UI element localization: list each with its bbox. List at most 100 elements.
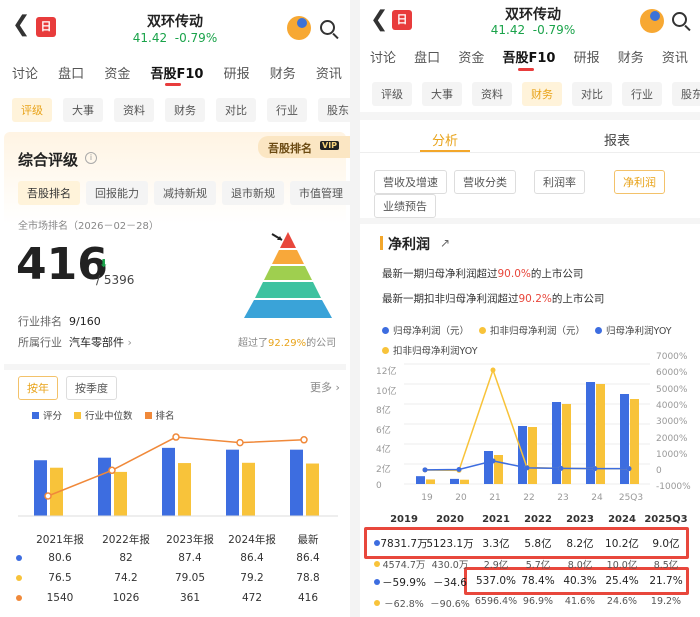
tab-f10[interactable]: 吾股F10 (150, 63, 203, 82)
subtab-finance[interactable]: 财务 (165, 98, 205, 122)
subtab-holders[interactable]: 股东 (318, 98, 350, 122)
tab-finance[interactable]: 财务 (270, 63, 296, 82)
deducted-profit-bar (494, 455, 503, 484)
filter-revenue-category[interactable]: 营收分类 (454, 170, 516, 194)
table-cell: 74.2 (114, 572, 138, 584)
tab-finance-r[interactable]: 财务 (618, 47, 644, 66)
filter-revenue-growth[interactable]: 营收及增速 (374, 170, 447, 194)
table-cell: 5.7亿 (525, 560, 551, 571)
subtab-compare[interactable]: 对比 (216, 98, 256, 122)
x-tick: 24 (591, 493, 603, 503)
table-cell: 5123.1万 (426, 538, 474, 550)
median-bar (242, 462, 255, 516)
mascot-icon-right[interactable] (640, 9, 664, 33)
table-year-head: 2025Q3 (644, 514, 688, 525)
score-bar (34, 460, 47, 516)
info-icon[interactable]: i (85, 152, 97, 164)
subtab-rating-r[interactable]: 评级 (372, 82, 412, 106)
tab-f10-r[interactable]: 吾股F10 (502, 47, 555, 66)
subtab-holders-r[interactable]: 股东 (672, 82, 700, 106)
table-year-head: 2020 (436, 514, 464, 525)
subtab-events[interactable]: 大事 (63, 98, 103, 122)
tab-quote-r[interactable]: 盘口 (414, 47, 440, 66)
tab-research[interactable]: 研报 (224, 63, 250, 82)
subtab-compare-r[interactable]: 对比 (572, 82, 612, 106)
tab-funds-r[interactable]: 资金 (458, 47, 484, 66)
back-icon-right[interactable]: ❮ (370, 7, 388, 32)
tab-discuss[interactable]: 讨论 (12, 63, 38, 82)
table-cell: 5.8亿 (524, 538, 552, 550)
view-tab-analysis[interactable]: 分析 (432, 130, 458, 149)
row-dot (16, 555, 22, 561)
rank-badge[interactable]: 吾股排名 VIP (258, 136, 350, 158)
subtab-industry[interactable]: 行业 (267, 98, 307, 122)
view-tab-report[interactable]: 报表 (604, 130, 630, 149)
open-link-icon[interactable]: ↗ (440, 236, 450, 250)
tab-news-r[interactable]: 资讯 (662, 47, 688, 66)
y-right-tick: 3000% (656, 417, 688, 428)
y-right-tick: 2000% (656, 433, 688, 444)
rating-tabs: 吾股排名 回报能力 减持新规 退市新规 市值管理 (18, 181, 350, 205)
period-tab-quarter[interactable]: 按季度 (66, 376, 117, 400)
right-screen: ❮ 日 双环传动 41.42 -0.79% 讨论 盘口 资金 吾股F10 研报 … (360, 0, 700, 617)
section-gap-r (360, 112, 700, 120)
table-cell: 87.4 (178, 552, 202, 564)
table-cell: 10.2亿 (605, 538, 639, 550)
deducted-yoy-point (490, 367, 496, 373)
industry-row[interactable]: 所属行业 汽车零部件 › (18, 334, 132, 350)
subtab-profile-r[interactable]: 资料 (472, 82, 512, 106)
subtab-profile[interactable]: 资料 (114, 98, 154, 122)
search-icon-right[interactable] (672, 12, 692, 32)
y-left-tick: 6亿 (376, 425, 391, 436)
x-tick: 23 (557, 493, 569, 503)
rating-tab-rank[interactable]: 吾股排名 (18, 181, 80, 205)
x-tick: 21 (489, 493, 501, 503)
x-tick: 19 (421, 493, 433, 503)
table-cell: －34.6 (433, 577, 467, 589)
back-icon[interactable]: ❮ (12, 12, 30, 37)
section-gap (4, 364, 346, 370)
mascot-icon[interactable] (287, 16, 311, 40)
table-header-cell: 2021年报 (36, 534, 84, 546)
panel-divider (350, 0, 360, 617)
net-profit-bar (484, 451, 493, 484)
tab-quote[interactable]: 盘口 (58, 63, 84, 82)
filter-net-profit[interactable]: 净利润 (614, 170, 665, 194)
stock-name-right: 双环传动 (505, 7, 561, 23)
subtab-events-r[interactable]: 大事 (422, 82, 462, 106)
subtab-finance-r[interactable]: 财务 (522, 82, 562, 106)
rating-tab-mktcap[interactable]: 市值管理 (290, 181, 350, 205)
more-link[interactable]: 更多 › (310, 379, 340, 395)
subtab-industry-r[interactable]: 行业 (622, 82, 662, 106)
period-tab-year[interactable]: 按年 (18, 376, 58, 400)
stock-name: 双环传动 (147, 14, 203, 30)
table-cell: 76.5 (48, 572, 72, 584)
rating-tab-return[interactable]: 回报能力 (86, 181, 148, 205)
median-bar (306, 463, 319, 516)
search-icon[interactable] (320, 20, 340, 40)
tab-research-r[interactable]: 研报 (574, 47, 600, 66)
tab-funds[interactable]: 资金 (104, 63, 130, 82)
y-right-tick: 7000% (656, 352, 688, 362)
legend-median: 行业中位数 (74, 408, 133, 422)
left-rating-chart (18, 433, 338, 517)
stock-price: 41.42 -0.79% (132, 31, 218, 45)
filter-margin[interactable]: 利润率 (534, 170, 585, 194)
rating-tab-reduce[interactable]: 减持新规 (154, 181, 216, 205)
section-gap-r2 (360, 218, 700, 224)
x-tick: 20 (455, 493, 467, 503)
table-year-head: 2023 (566, 514, 594, 525)
rank-point (300, 436, 308, 444)
subtab-rating[interactable]: 评级 (12, 98, 52, 122)
rating-tab-delist[interactable]: 退市新规 (222, 181, 284, 205)
table-cell: 21.7% (649, 575, 683, 587)
logo-icon-right: 日 (392, 10, 412, 30)
table-header-cell: 2023年报 (166, 534, 214, 546)
tab-discuss-r[interactable]: 讨论 (370, 47, 396, 66)
sub-tabs: 评级 大事 资料 财务 对比 行业 股东 (12, 98, 350, 122)
rank-pyramid (244, 232, 332, 318)
logo-icon: 日 (36, 17, 56, 37)
tab-news[interactable]: 资讯 (316, 63, 342, 82)
filter-forecast[interactable]: 业绩预告 (374, 194, 436, 218)
left-legend: 评分 行业中位数 排名 (32, 408, 175, 422)
